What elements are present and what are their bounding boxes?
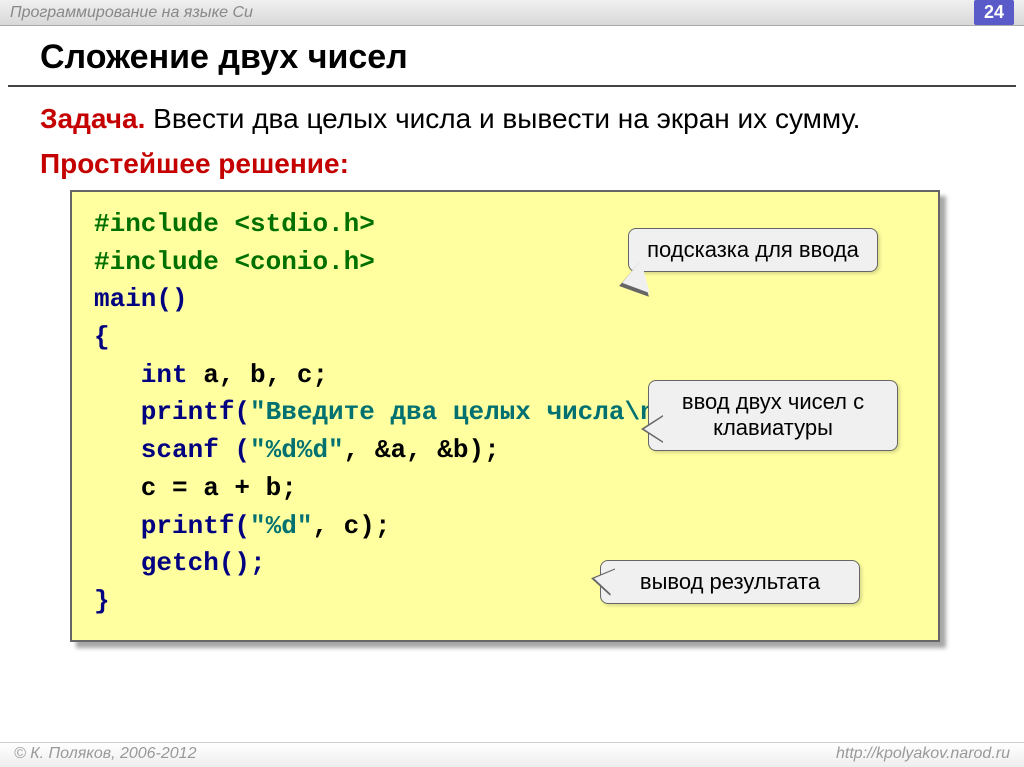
callout-output-result: вывод результата: [600, 560, 860, 604]
code-line: scanf (: [94, 435, 250, 465]
code-area: #include <stdio.h> #include <conio.h> ma…: [70, 190, 940, 642]
code-line: main(): [94, 284, 188, 314]
code-line: "%d": [250, 511, 312, 541]
code-line: printf(: [94, 511, 250, 541]
header-bar: Программирование на языке Си 24: [0, 0, 1024, 26]
code-line: <conio.h>: [234, 247, 374, 277]
code-box: #include <stdio.h> #include <conio.h> ma…: [70, 190, 940, 642]
code-line: "Введите два целых числа\n": [250, 397, 671, 427]
callout-text: ввод двух чисел с клавиатуры: [682, 389, 864, 440]
callout-text: подсказка для ввода: [647, 237, 859, 262]
code-line: a, b, c;: [188, 360, 328, 390]
code-line: int: [94, 360, 188, 390]
code-line: , c);: [312, 511, 390, 541]
code-line: printf(: [94, 397, 250, 427]
header-subject: Программирование на языке Си: [10, 4, 253, 22]
task-body: Ввести два целых числа и вывести на экра…: [145, 103, 860, 134]
page-number: 24: [974, 0, 1014, 25]
footer-copyright: © К. Поляков, 2006-2012: [14, 745, 196, 763]
callout-input-hint: подсказка для ввода: [628, 228, 878, 272]
callout-input-two-numbers: ввод двух чисел с клавиатуры: [648, 380, 898, 451]
code-line: , &a, &b);: [344, 435, 500, 465]
footer-url: http://kpolyakov.narod.ru: [836, 745, 1010, 763]
task-label: Задача.: [40, 103, 145, 134]
callout-text: вывод результата: [640, 569, 820, 594]
code-line: "%d%d": [250, 435, 344, 465]
code-line: #include: [94, 247, 234, 277]
slide-title: Сложение двух чисел: [0, 26, 1024, 85]
footer-bar: © К. Поляков, 2006-2012 http://kpolyakov…: [0, 742, 1024, 767]
code-line: }: [94, 586, 110, 616]
code-line: <stdio.h>: [234, 209, 374, 239]
task-text: Задача. Ввести два целых числа и вывести…: [40, 101, 984, 136]
solution-label: Простейшее решение:: [40, 148, 984, 180]
code-line: {: [94, 322, 110, 352]
content-area: Задача. Ввести два целых числа и вывести…: [0, 87, 1024, 642]
code-line: c = a + b;: [94, 473, 297, 503]
code-line: #include: [94, 209, 234, 239]
code-line: getch();: [94, 548, 266, 578]
